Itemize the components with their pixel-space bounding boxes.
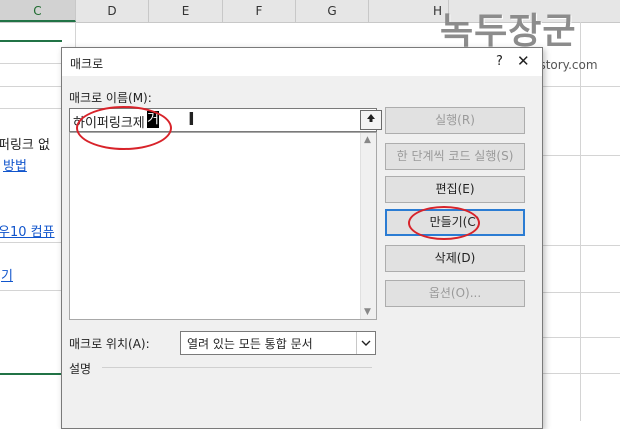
grid-line [0,290,62,291]
options-button[interactable]: 옵션(O)... [385,280,525,307]
scroll-up-icon[interactable]: ▲ [364,135,371,145]
column-header-h[interactable]: H [369,0,449,22]
upload-arrow-icon[interactable] [360,110,382,130]
column-header-e[interactable]: E [149,0,223,22]
column-header-f[interactable]: F [223,0,296,22]
annotation-circle-create [408,206,480,240]
list-scrollbar[interactable]: ▲ ▼ [360,133,376,319]
grid-line [0,242,62,243]
column-header-g[interactable]: G [296,0,369,22]
edit-button[interactable]: 편집(E) [385,176,525,203]
chevron-down-icon[interactable] [356,332,375,354]
question-icon[interactable]: ? [496,54,503,69]
macro-list[interactable]: ▲ ▼ [69,132,377,320]
selection-border [0,373,62,375]
cell-link[interactable]: 우10 컴퓨 [0,221,60,240]
cell-link[interactable]: 기 [1,265,63,284]
grid-line [0,108,62,109]
macro-name-label: 매크로 이름(M): [69,91,152,105]
macro-dialog: 매크로 ? ✕ 매크로 이름(M): 하이퍼링크제 거 I ▲ ▼ 실행(R) … [61,47,543,429]
cell-text[interactable]: 퍼링크 없 [0,134,60,153]
step-into-button[interactable]: 한 단계씩 코드 실행(S) [385,143,525,170]
annotation-circle-name [76,106,172,150]
dialog-title-bar[interactable]: 매크로 ? ✕ [62,48,542,76]
description-divider [102,367,372,368]
column-header-d[interactable]: D [76,0,149,22]
grid-line [0,86,62,87]
column-header-c[interactable]: C [0,0,76,22]
macro-location-select[interactable]: 열려 있는 모든 통합 문서 [180,331,376,355]
description-label: 설명 [69,362,92,376]
dialog-title: 매크로 [70,57,104,71]
run-button[interactable]: 실행(R) [385,107,525,134]
grid-line [580,22,581,421]
close-icon[interactable]: ✕ [517,52,530,70]
macro-location-label: 매크로 위치(A): [69,337,150,351]
scroll-down-icon[interactable]: ▼ [364,307,371,317]
cell-link[interactable]: 방법 [3,155,65,174]
macro-location-value: 열려 있는 모든 통합 문서 [187,337,313,351]
selection-border [0,40,62,42]
grid-line [0,63,62,64]
delete-button[interactable]: 삭제(D) [385,245,525,272]
ibeam-cursor-icon: I [188,109,195,130]
